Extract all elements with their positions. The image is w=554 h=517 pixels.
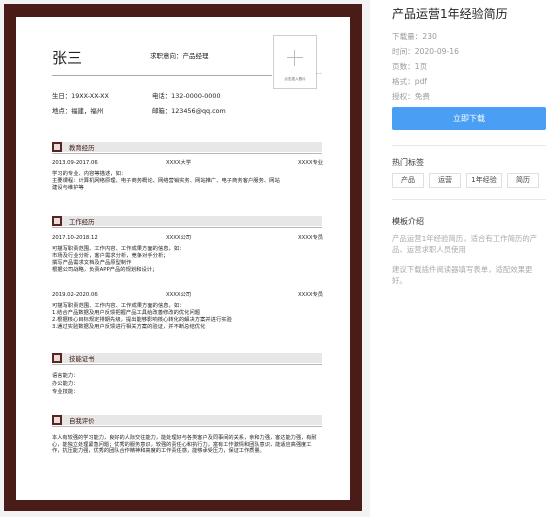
skill-line: 语言能力： xyxy=(52,373,79,379)
education-period: 2013.09-2017.06 xyxy=(52,160,98,166)
photo-placeholder[interactable]: 点击插入照片 xyxy=(273,35,317,89)
work-title: 工作经历 xyxy=(69,218,95,226)
page-count: 页数：1页 xyxy=(392,62,428,71)
intro-text: 建议下载插件阅读器填写表单，适配效果更好。 xyxy=(392,265,533,285)
tags-heading: 热门标签 xyxy=(392,158,424,167)
skills-title: 技能证书 xyxy=(69,355,95,363)
skills-section-header: 技能证书 xyxy=(52,353,322,363)
template-info-panel: 产品运营1年经验简历 下载量：230 时间：2020-09-16 页数：1页 格… xyxy=(370,0,554,517)
template-title: 产品运营1年经验简历 xyxy=(392,7,508,21)
education-major: XXXX专业 xyxy=(298,160,324,166)
job-company: XXXX公司 xyxy=(166,292,192,298)
tag-list: 产品 运营 1年经验 简历 xyxy=(392,173,554,188)
job-period: 2019.02-2020.06 xyxy=(52,292,98,298)
education-school: XXXX大学 xyxy=(166,160,192,166)
resume-preview-area: 张三 求职意向：产品经理 点击插入照片 ... 生日：19XX-XX-XX 电话… xyxy=(0,0,370,517)
job-role: XXXX专员 xyxy=(298,292,324,298)
download-button[interactable]: 立即下载 xyxy=(392,107,546,130)
location-info: 地点：福建，福州 xyxy=(52,107,104,115)
tag-item[interactable]: 简历 xyxy=(507,173,539,188)
job-line: 根据公司战略，负责APP产品的规划和设计； xyxy=(52,267,158,273)
job-line: 2.根据核心目标规定排期先级，提出能够影响核心转化的解决方案并进行实验 xyxy=(52,317,232,323)
tag-item[interactable]: 运营 xyxy=(429,173,461,188)
birth-info: 生日：19XX-XX-XX xyxy=(52,92,109,100)
header-divider xyxy=(52,75,272,76)
education-title: 教育经历 xyxy=(69,144,95,152)
document-icon xyxy=(52,415,62,425)
intro-text: 产品运营1年经验简历，适合有工作简历的产品、运营求职人员使用 xyxy=(392,234,538,254)
license-info: 授权：免费 xyxy=(392,92,430,101)
education-line: 建设与维护等 xyxy=(52,185,84,191)
education-line: 学习的专业、内容等描述，如： xyxy=(52,171,127,177)
download-count: 下载量：230 xyxy=(392,32,437,41)
skill-line: 专业技能： xyxy=(52,389,79,395)
job-line: 撰写产品需求文档及产品原型制作 xyxy=(52,260,132,266)
phone-info: 电话：132-0000-0000 xyxy=(152,92,221,100)
work-section-header: 工作经历 xyxy=(52,216,322,226)
job-period: 2017.10-2018.12 xyxy=(52,235,98,241)
photo-placeholder-text: 点击插入照片 xyxy=(284,77,306,81)
graduation-cap-icon xyxy=(52,142,62,152)
header-dots: ... xyxy=(316,69,322,76)
email-info: 邮箱：123456@qq.com xyxy=(152,107,226,115)
tag-item[interactable]: 产品 xyxy=(392,173,424,188)
job-company: XXXX公司 xyxy=(166,235,192,241)
resume-paper: 张三 求职意向：产品经理 点击插入照片 ... 生日：19XX-XX-XX 电话… xyxy=(16,17,350,500)
job-line: 3.通过实验数据及用户反馈进行相关方案的验证，并不断总结优化 xyxy=(52,324,206,330)
education-section-header: 教育经历 xyxy=(52,142,322,152)
job-line: 1.结合产品数据及用户反馈把握产品工具给改善修改的优化问题 xyxy=(52,310,201,316)
evaluation-title: 自我评价 xyxy=(69,417,95,425)
briefcase-icon xyxy=(52,216,62,226)
resume-frame: 张三 求职意向：产品经理 点击插入照片 ... 生日：19XX-XX-XX 电话… xyxy=(4,4,362,511)
resume-name: 张三 xyxy=(52,49,83,67)
job-target: 求职意向：产品经理 xyxy=(150,52,209,60)
skill-line: 办公能力： xyxy=(52,381,79,387)
file-format: 格式：pdf xyxy=(392,77,428,86)
evaluation-section-header: 自我评价 xyxy=(52,415,322,425)
certificate-icon xyxy=(52,353,62,363)
intro-heading: 模板介绍 xyxy=(392,217,424,226)
job-line: 可描写职责范围、工作内容、工作成果方面的信息，如： xyxy=(52,246,185,252)
job-role: XXXX专员 xyxy=(298,235,324,241)
job-line: 可描写职责范围、工作内容、工作成果方面的信息，如： xyxy=(52,303,185,309)
plus-icon xyxy=(294,50,295,66)
tag-item[interactable]: 1年经验 xyxy=(466,173,502,188)
education-line: 主要课程：计算机网络原理、电子商务概论、网络营销实务、网站推广、电子商务客户服务… xyxy=(52,178,280,184)
job-line: 市场及行业分析，客户需求分析，竞争对手分析； xyxy=(52,253,169,259)
evaluation-text: 本人有较强的学习能力，良好的人际交往能力，能处理好与各类客户及同事间的关系，亲和… xyxy=(52,435,317,455)
publish-time: 时间：2020-09-16 xyxy=(392,47,459,56)
